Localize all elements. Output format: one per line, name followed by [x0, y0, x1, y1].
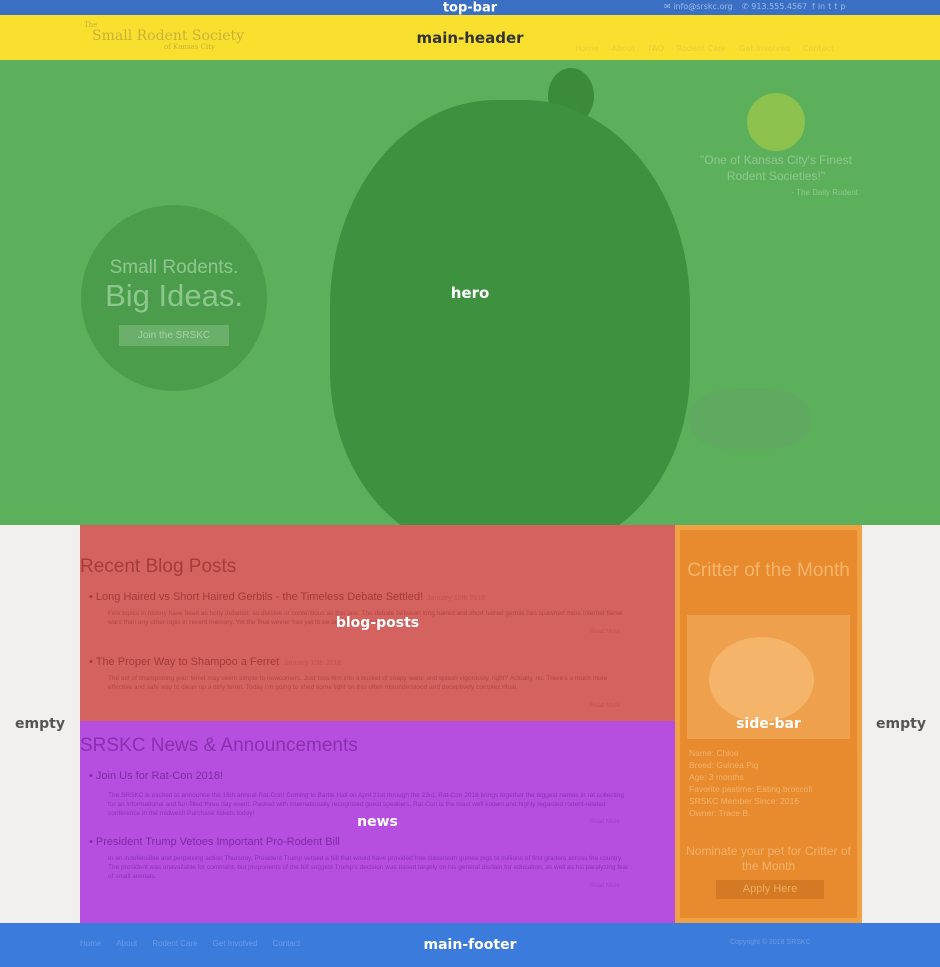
blog-post-title-text: The Proper Way to Shampoo a Ferret: [95, 656, 280, 668]
region-label-side-bar: side-bar: [736, 716, 801, 732]
hero-image-pinecone: [690, 388, 810, 450]
blog-post-title[interactable]: • Long Haired vs Short Haired Gerbils - …: [89, 591, 485, 603]
join-button[interactable]: Join the SRSKC: [119, 325, 229, 346]
news-item-title-text: President Trump Vetoes Important Pro-Rod…: [95, 836, 340, 848]
empty-left: empty: [0, 525, 80, 923]
region-label-main-header: main-header: [416, 28, 524, 47]
news-item-title[interactable]: • Join Us for Rat-Con 2018!: [89, 770, 223, 782]
apply-here-button[interactable]: Apply Here: [716, 880, 824, 899]
news: SRSKC News & Announcements • Join Us for…: [80, 721, 675, 923]
hero-quote-attribution: - The Daily Rodent: [791, 188, 858, 197]
main-footer: Home About Rodent Care Get Involved Cont…: [0, 923, 940, 967]
critter-info-line: Name: Chloe: [689, 748, 739, 758]
critter-info-line: SRSKC Member Since: 2016: [689, 796, 800, 806]
news-item-excerpt: In an indefensible and perplexing action…: [108, 855, 629, 880]
critter-photo-subject: [709, 637, 814, 722]
hero-tagline-1: Small Rodents.: [109, 257, 239, 278]
blog-read-more-link[interactable]: Read More: [590, 703, 620, 709]
empty-right: empty: [862, 525, 940, 923]
hero: Small Rodents. Big Ideas. Join the SRSKC…: [0, 60, 940, 525]
news-item-title-text: Join Us for Rat-Con 2018!: [95, 770, 224, 782]
region-label-top-bar: top-bar: [442, 0, 498, 15]
region-label-empty-right: empty: [876, 716, 926, 732]
region-label-empty-left: empty: [15, 716, 65, 732]
blog-post-date: January 10th 2018: [427, 595, 486, 602]
main-header: The Small Rodent Society of Kansas City …: [0, 15, 940, 60]
top-bar: ✉ info@srskc.org ✆ 913.555.4567 f in t t…: [0, 0, 940, 15]
blog-posts: Recent Blog Posts • Long Haired vs Short…: [80, 525, 675, 721]
critter-info-line: Favorite pastime: Eating broccoli: [689, 784, 813, 794]
critter-info: Name: Chloe Breed: Guinea Pig Age: 3 mon…: [689, 747, 854, 819]
award-badge-icon: [747, 93, 805, 151]
nominate-text: Nominate your pet for Critter of the Mon…: [686, 844, 851, 873]
hero-image-rodent: [330, 100, 690, 525]
blog-post-excerpt: The act of shampooing your ferret may se…: [108, 675, 608, 691]
blog-section-title: Recent Blog Posts: [80, 556, 237, 577]
side-bar: Critter of the Month Name: Chloe Breed: …: [675, 525, 862, 923]
blog-post-title[interactable]: • The Proper Way to Shampoo a Ferret Janu…: [89, 656, 341, 668]
critter-info-line: Age: 3 months: [689, 772, 744, 782]
critter-of-month-title: Critter of the Month: [687, 560, 850, 581]
region-label-news: news: [357, 814, 398, 830]
blog-post-date: January 10th 2018: [283, 660, 342, 667]
news-section-title: SRSKC News & Announcements: [80, 735, 358, 756]
region-label-main-footer: main-footer: [423, 937, 517, 953]
region-label-hero: hero: [450, 283, 490, 302]
news-item-title[interactable]: • President Trump Vetoes Important Pro-R…: [89, 836, 340, 848]
news-read-more-link[interactable]: Read More: [590, 883, 620, 889]
region-label-blog-posts: blog-posts: [335, 615, 420, 631]
hero-quote: "One of Kansas City's Finest Rodent Soci…: [700, 153, 852, 183]
critter-info-line: Breed: Guinea Pig: [689, 760, 759, 770]
blog-post-title-text: Long Haired vs Short Haired Gerbils - th…: [95, 591, 424, 603]
critter-info-line: Owner: Trace B.: [689, 808, 751, 818]
